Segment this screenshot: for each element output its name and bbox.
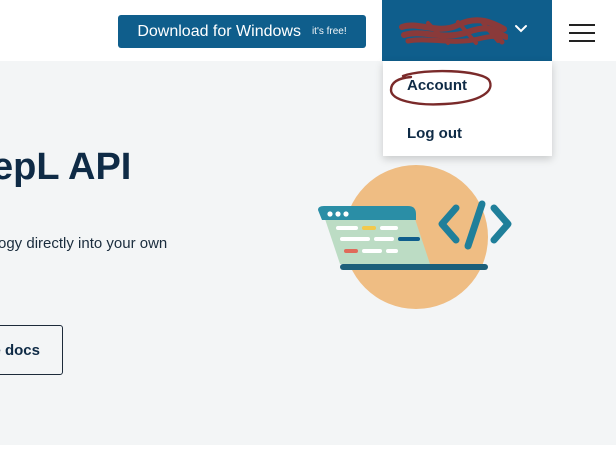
hamburger-icon[interactable] bbox=[569, 22, 597, 44]
hero-subtitle: ogy directly into your own bbox=[0, 235, 168, 252]
account-menu-button[interactable] bbox=[382, 0, 552, 61]
page-title: epL API bbox=[0, 146, 132, 188]
download-windows-label: Download for Windows bbox=[137, 22, 301, 40]
menu-item-log-out[interactable]: Log out bbox=[407, 125, 462, 142]
chevron-down-icon bbox=[515, 25, 527, 33]
top-navigation-bar: Download for Windows it's free! bbox=[0, 0, 616, 61]
hand-drawn-circle-annotation bbox=[389, 69, 492, 106]
download-free-badge: it's free! bbox=[311, 26, 347, 37]
read-docs-button[interactable]: e docs bbox=[0, 325, 63, 375]
read-docs-label: e docs bbox=[0, 341, 40, 359]
redacted-username-scribble bbox=[399, 17, 508, 45]
page-bottom-strip bbox=[0, 445, 616, 455]
download-windows-button[interactable]: Download for Windows it's free! bbox=[118, 15, 366, 48]
code-window-icon bbox=[318, 165, 512, 309]
